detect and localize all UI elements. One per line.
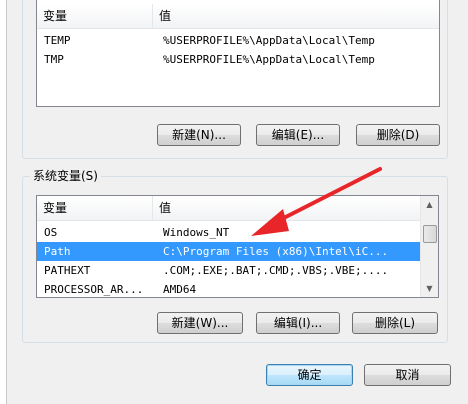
table-row[interactable]: TEMP %USERPROFILE%\AppData\Local\Temp — [37, 31, 439, 50]
variable-value: C:\Program Files (x86)\Intel\iC... — [163, 245, 389, 258]
table-row[interactable]: OS Windows_NT — [37, 223, 420, 242]
table-row[interactable]: PROCESSOR_AR... AMD64 — [37, 280, 420, 297]
scroll-up-arrow-icon[interactable]: ▲ — [421, 196, 438, 213]
system-variables-header: 变量 值 — [37, 196, 420, 221]
variable-value: Windows_NT — [163, 226, 230, 239]
table-row-selected[interactable]: Path C:\Program Files (x86)\Intel\iC... — [37, 242, 420, 261]
vertical-scrollbar[interactable]: ▲ ▼ — [420, 196, 438, 297]
variable-value: AMD64 — [163, 283, 197, 296]
column-header-value[interactable]: 值 — [153, 4, 439, 28]
variable-name: PATHEXT — [44, 264, 91, 277]
column-header-value[interactable]: 值 — [153, 196, 420, 220]
ok-button[interactable]: 确定 — [266, 364, 353, 386]
column-header-variable[interactable]: 变量 — [37, 196, 153, 220]
user-edit-button[interactable]: 编辑(E)... — [256, 124, 340, 146]
scroll-down-arrow-icon[interactable]: ▼ — [421, 280, 438, 297]
table-row[interactable]: PATHEXT .COM;.EXE;.BAT;.CMD;.VBS;.VBE;..… — [37, 261, 420, 280]
variable-value: %USERPROFILE%\AppData\Local\Temp — [163, 53, 375, 66]
system-edit-button[interactable]: 编辑(I)... — [256, 312, 340, 334]
variable-value: .COM;.EXE;.BAT;.CMD;.VBS;.VBE;.... — [163, 264, 389, 277]
variable-name: TMP — [44, 53, 64, 66]
user-new-button[interactable]: 新建(N)... — [157, 124, 241, 146]
variable-name: OS — [44, 226, 58, 239]
variable-name: Path — [44, 245, 71, 258]
user-variables-list[interactable]: 变量 值 TEMP %USERPROFILE%\AppData\Local\Te… — [36, 0, 440, 107]
scroll-thumb[interactable] — [423, 225, 437, 243]
variable-value: %USERPROFILE%\AppData\Local\Temp — [163, 34, 375, 47]
window-edge — [0, 0, 7, 404]
system-variables-list[interactable]: 变量 值 OS Windows_NT Path C:\Program Files… — [36, 195, 439, 298]
user-delete-button[interactable]: 删除(D) — [356, 124, 440, 146]
variable-name: PROCESSOR_AR... — [44, 283, 144, 296]
cancel-button[interactable]: 取消 — [364, 364, 451, 386]
system-variables-legend: 系统变量(S) — [30, 168, 101, 184]
user-variables-header: 变量 值 — [37, 4, 439, 29]
table-row[interactable]: TMP %USERPROFILE%\AppData\Local\Temp — [37, 50, 439, 69]
variable-name: TEMP — [44, 34, 71, 47]
column-header-variable[interactable]: 变量 — [37, 4, 153, 28]
system-new-button[interactable]: 新建(W)... — [157, 312, 243, 334]
system-delete-button[interactable]: 删除(L) — [352, 312, 438, 334]
